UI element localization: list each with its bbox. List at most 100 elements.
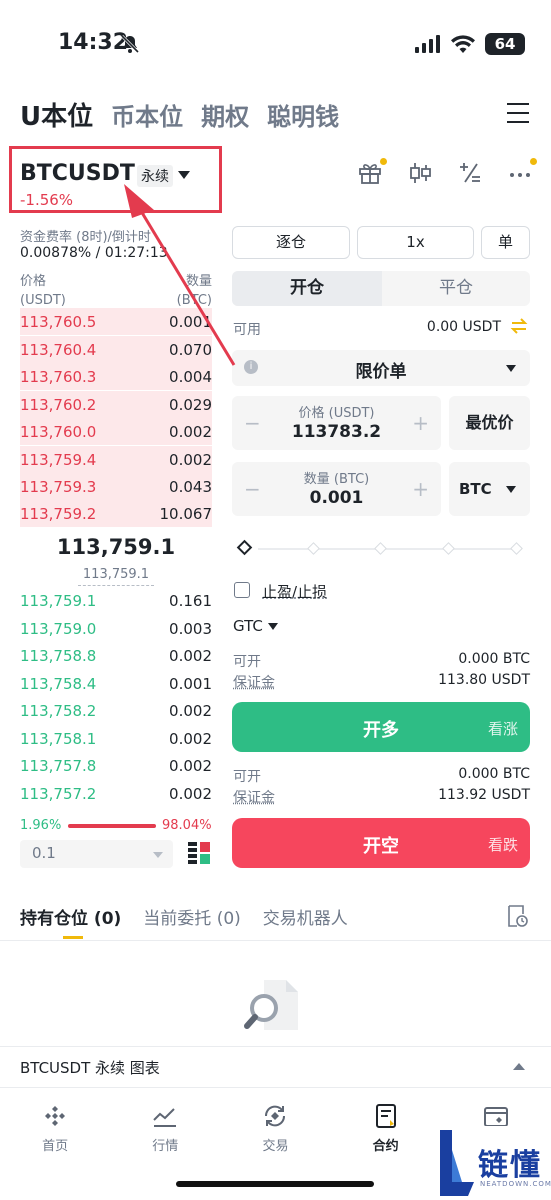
- nav-markets[interactable]: 行情: [110, 1090, 220, 1170]
- ask-row[interactable]: 113,760.2 0.029: [20, 391, 212, 418]
- bid-row[interactable]: 113,758.8 0.002: [20, 642, 212, 669]
- silent-bell-icon: [120, 34, 140, 58]
- ask-row[interactable]: 113,759.4 0.002: [20, 446, 212, 473]
- open-close-toggle: 开仓 平仓: [232, 271, 530, 306]
- more-icon[interactable]: [507, 160, 533, 186]
- tab-open[interactable]: 开仓: [232, 271, 382, 306]
- long-margin-label[interactable]: 保证金: [233, 672, 275, 692]
- nav-home-label: 首页: [0, 1135, 110, 1154]
- ask-qty: 0.043: [169, 478, 212, 496]
- position-mode-button[interactable]: 单: [481, 226, 530, 259]
- mark-price-underline: [78, 585, 154, 586]
- symbol-dropdown-icon[interactable]: [178, 171, 190, 179]
- binance-logo-icon: [0, 1102, 110, 1130]
- tab-trading-bots[interactable]: 交易机器人: [263, 904, 348, 929]
- price-input[interactable]: − 价格 (USDT) 113783.2 +: [232, 396, 441, 450]
- best-price-button[interactable]: 最优价: [449, 396, 530, 450]
- chevron-down-icon: [506, 486, 516, 493]
- bid-price: 113,758.1: [20, 730, 96, 748]
- gift-icon[interactable]: [357, 160, 383, 186]
- menu-icon[interactable]: [507, 103, 529, 130]
- tab-coin-margined[interactable]: 币本位: [111, 97, 183, 132]
- tif-value: GTC: [233, 617, 263, 635]
- quantity-slider-handle[interactable]: [237, 540, 253, 556]
- tab-positions[interactable]: 持有仓位 (0): [20, 904, 121, 929]
- mark-price[interactable]: 113,759.1: [20, 567, 212, 582]
- long-max-open-value: 0.000 BTC: [458, 651, 530, 667]
- tpsl-label[interactable]: 止盈/止损: [262, 581, 327, 602]
- chart-drawer-title: BTCUSDT 永续 图表: [20, 1057, 160, 1078]
- bid-qty: 0.001: [169, 675, 212, 693]
- open-short-button[interactable]: 开空 看跌: [232, 818, 530, 868]
- ask-price: 113,760.0: [20, 423, 96, 441]
- buy-sell-ratio-bar: [68, 824, 156, 828]
- slider-step-25[interactable]: [307, 542, 320, 555]
- price-increment-button[interactable]: +: [412, 411, 429, 435]
- open-long-hint: 看涨: [488, 718, 518, 739]
- slider-step-100[interactable]: [510, 542, 523, 555]
- short-max-open-value: 0.000 BTC: [458, 766, 530, 782]
- chevron-up-icon[interactable]: [513, 1063, 525, 1070]
- transfer-icon[interactable]: [509, 316, 529, 340]
- bid-qty: 0.161: [169, 592, 212, 610]
- watermark-subtext: NEATDOWN.COM: [480, 1180, 551, 1188]
- open-short-label: 开空: [232, 832, 530, 858]
- quantity-unit-value: BTC: [459, 480, 492, 498]
- ask-qty: 0.002: [169, 451, 212, 469]
- chevron-down-icon: [153, 852, 163, 858]
- price-input-label: 价格 (USDT): [232, 402, 441, 421]
- open-long-label: 开多: [232, 716, 530, 742]
- bid-price: 113,757.8: [20, 757, 96, 775]
- orderbook-layout-icon[interactable]: [188, 842, 210, 864]
- bid-row[interactable]: 113,759.0 0.003: [20, 615, 212, 642]
- ask-qty: 0.029: [169, 396, 212, 414]
- ask-row[interactable]: 113,760.0 0.002: [20, 418, 212, 445]
- bid-row[interactable]: 113,757.8 0.002: [20, 752, 212, 779]
- slider-step-50[interactable]: [374, 542, 387, 555]
- ask-price: 113,760.4: [20, 341, 96, 359]
- bid-row[interactable]: 113,759.1 0.161: [20, 587, 212, 614]
- time-in-force-select[interactable]: GTC: [233, 617, 278, 635]
- quantity-input[interactable]: − 数量 (BTC) 0.001 +: [232, 462, 441, 516]
- tab-usdt-margined[interactable]: U本位: [20, 96, 93, 133]
- depth-precision-select[interactable]: 0.1: [20, 840, 173, 868]
- bid-row[interactable]: 113,758.1 0.002: [20, 725, 212, 752]
- quantity-slider-track[interactable]: [258, 548, 520, 550]
- candlestick-chart-icon[interactable]: [407, 160, 433, 186]
- nav-futures-label: 合约: [331, 1135, 441, 1154]
- watermark-text: 链懂: [478, 1140, 542, 1184]
- leverage-button[interactable]: 1x: [357, 226, 474, 259]
- short-margin-value: 113.92 USDT: [438, 787, 530, 803]
- bid-row[interactable]: 113,757.2 0.002: [20, 780, 212, 807]
- calculator-icon[interactable]: [457, 160, 483, 186]
- bid-row[interactable]: 113,758.4 0.001: [20, 670, 212, 697]
- long-margin-value: 113.80 USDT: [438, 672, 530, 688]
- wifi-icon: [451, 35, 475, 53]
- status-time: 14:32: [58, 30, 128, 55]
- slider-step-75[interactable]: [442, 542, 455, 555]
- tab-options[interactable]: 期权: [201, 97, 249, 132]
- tab-smart-money[interactable]: 聪明钱: [267, 97, 339, 132]
- futures-contract-icon: [331, 1102, 441, 1130]
- chevron-down-icon: [268, 623, 278, 630]
- order-history-icon[interactable]: [505, 904, 529, 932]
- price-input-value: 113783.2: [232, 422, 441, 442]
- quantity-unit-select[interactable]: BTC: [449, 462, 530, 516]
- buy-ratio: 1.96%: [20, 818, 61, 833]
- tab-open-orders[interactable]: 当前委托 (0): [143, 904, 240, 929]
- short-margin-label[interactable]: 保证金: [233, 787, 275, 807]
- nav-home[interactable]: 首页: [0, 1090, 110, 1170]
- status-right: 64: [415, 33, 525, 55]
- tab-close[interactable]: 平仓: [382, 271, 530, 306]
- nav-futures[interactable]: 合约: [331, 1090, 441, 1170]
- ask-row[interactable]: 113,759.2 10.067: [20, 500, 212, 527]
- order-type-select[interactable]: i 限价单: [232, 350, 530, 386]
- bid-price: 113,758.4: [20, 675, 96, 693]
- ask-row[interactable]: 113,759.3 0.043: [20, 473, 212, 500]
- open-long-button[interactable]: 开多 看涨: [232, 702, 530, 752]
- bid-qty: 0.002: [169, 757, 212, 775]
- qty-increment-button[interactable]: +: [412, 477, 429, 501]
- tpsl-checkbox[interactable]: [234, 582, 250, 598]
- nav-trade[interactable]: 交易: [220, 1090, 330, 1170]
- bid-row[interactable]: 113,758.2 0.002: [20, 697, 212, 724]
